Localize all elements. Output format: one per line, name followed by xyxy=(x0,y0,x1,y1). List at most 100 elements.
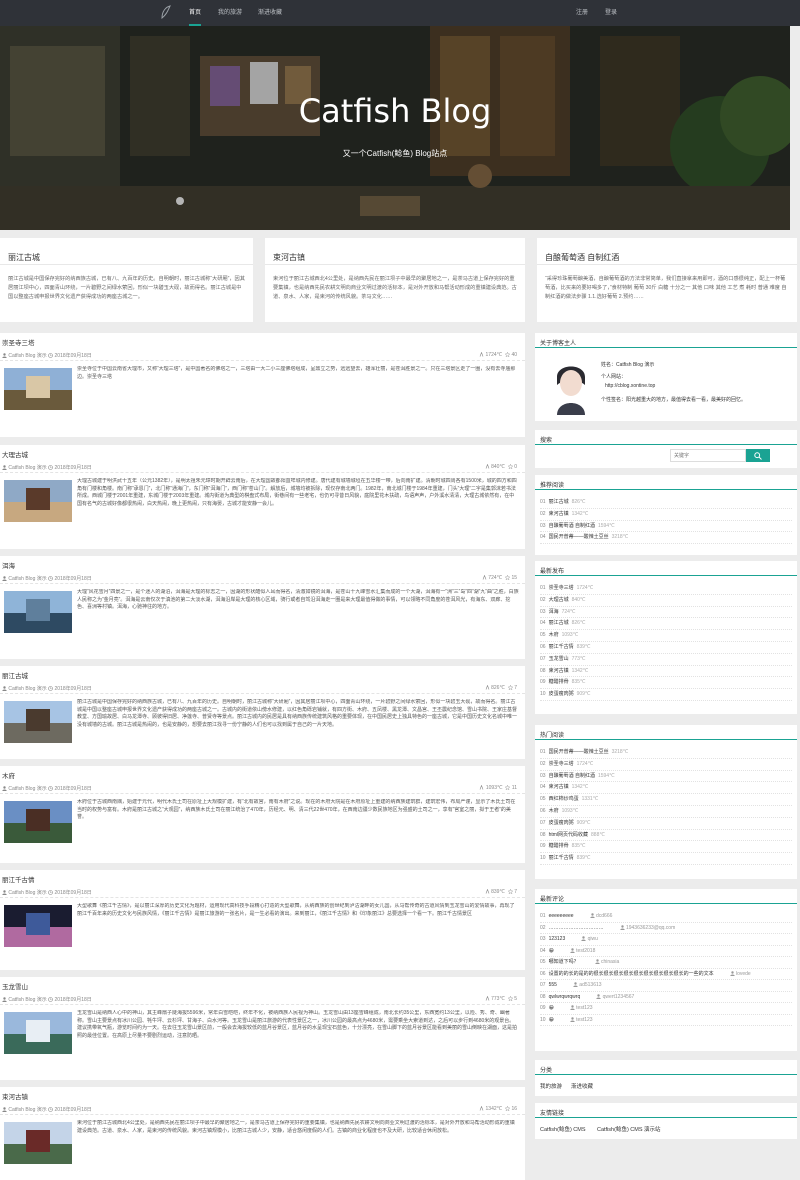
list-item-title[interactable]: 糖醋排骨 xyxy=(549,679,569,685)
star-icon[interactable] xyxy=(507,996,513,1002)
sidebar-list-item[interactable]: 05 西红柿炒鸡蛋 1331℃ xyxy=(540,794,792,806)
post-author[interactable]: Catfish Blog 演示 xyxy=(8,686,46,692)
post-thumbnail[interactable] xyxy=(4,480,72,522)
comment-text[interactable]: eeeeeeeee xyxy=(549,913,574,919)
list-item-title[interactable]: 自酿葡萄酒 自制红酒 xyxy=(549,523,595,529)
post-thumbnail[interactable] xyxy=(4,591,72,633)
post-author[interactable]: Catfish Blog 演示 xyxy=(8,786,46,792)
list-item-title[interactable]: 皮蛋瘦肉粥 xyxy=(549,820,574,826)
sidebar-list-item[interactable]: 10 皮蛋瘦肉粥 909℃ xyxy=(540,689,792,701)
sidebar-list-item[interactable]: 04 束河古镇 1342℃ xyxy=(540,782,792,795)
post-thumbnail[interactable] xyxy=(4,701,72,743)
sidebar-list-item[interactable]: 01 国民开普蒂——酸辣土豆丝 3218℃ xyxy=(540,747,792,759)
search-input[interactable] xyxy=(670,449,746,462)
post-thumbnail[interactable] xyxy=(4,1012,72,1054)
list-item-title[interactable]: 玉龙雪山 xyxy=(549,656,569,662)
post-author[interactable]: Catfish Blog 演示 xyxy=(8,465,46,471)
post-thumbnail[interactable] xyxy=(4,801,72,843)
sidebar-list-item[interactable]: 07 玉龙雪山 773℃ xyxy=(540,654,792,666)
comment-text[interactable]: …………………………… xyxy=(549,925,604,931)
sidebar-list-item[interactable]: 07 555 ad513613 xyxy=(540,980,792,992)
comment-text[interactable]: 哪知道下吗？ xyxy=(549,959,579,965)
post-author[interactable]: Catfish Blog 演示 xyxy=(8,353,46,359)
list-item-title[interactable]: 国民开普蒂——酸辣土豆丝 xyxy=(549,749,609,755)
sidebar-list-item[interactable]: 06 设置的的长的是的的很长很长很长很长很长很长很长很长很长的一些的文本 love… xyxy=(540,969,792,980)
list-item-title[interactable]: 国民开普蒂——酸辣土豆丝 xyxy=(549,534,609,540)
post-title[interactable]: 束河古镇 xyxy=(2,1091,28,1101)
post-thumbnail[interactable] xyxy=(4,1122,72,1164)
comment-text[interactable]: 😀 xyxy=(549,1005,554,1011)
post-title[interactable]: 木府 xyxy=(2,770,15,780)
sidebar-list-item[interactable]: 03 123123 qiwu xyxy=(540,934,792,946)
list-item-title[interactable]: 崇圣寺三塔 xyxy=(549,585,574,591)
featured-card[interactable]: 丽江古城 丽江古城是中国保存完好的纳西族古城，已有八、九百年的历史。自明朝时，丽… xyxy=(0,238,253,322)
post-title[interactable]: 丽江古城 xyxy=(2,670,28,680)
list-item-title[interactable]: 束河古镇 xyxy=(549,511,569,517)
post-title[interactable]: 玉龙雪山 xyxy=(2,981,28,991)
sidebar-list-item[interactable]: 09 😀 test123 xyxy=(540,1003,792,1015)
sidebar-list-item[interactable]: 02 大理古城 840℃ xyxy=(540,595,792,607)
sidebar-list-item[interactable]: 07 皮蛋瘦肉粥 909℃ xyxy=(540,818,792,830)
list-item-title[interactable]: 西红柿炒鸡蛋 xyxy=(549,796,579,802)
star-icon[interactable] xyxy=(507,464,513,470)
post-title[interactable]: 洱海 xyxy=(2,560,15,570)
list-item-title[interactable]: 束河古镇 xyxy=(549,784,569,790)
post-title[interactable]: 崇圣寺三塔 xyxy=(2,337,35,347)
post-thumbnail[interactable] xyxy=(4,905,72,947)
list-item-title[interactable]: 丽江千古情 xyxy=(549,644,574,650)
post-author[interactable]: Catfish Blog 演示 xyxy=(8,890,46,896)
comment-text[interactable]: 😀 xyxy=(549,1017,554,1023)
list-item-title[interactable]: 丽江千古情 xyxy=(549,855,574,861)
sidebar-list-item[interactable]: 05 木府 1093℃ xyxy=(540,630,792,642)
list-item-title[interactable]: 自酿葡萄酒 自制红酒 xyxy=(549,773,595,779)
sidebar-list-item[interactable]: 02 束河古镇 1342℃ xyxy=(540,509,792,521)
search-button[interactable] xyxy=(746,449,770,462)
category-link[interactable]: 我的旅游 xyxy=(540,1082,562,1090)
sidebar-list-item[interactable]: 08 qwlwrqwrqwrq qwert1234567 xyxy=(540,992,792,1003)
list-item-title[interactable]: 丽江古城 xyxy=(549,499,569,505)
sidebar-list-item[interactable]: 02 崇圣寺三塔 1724℃ xyxy=(540,759,792,771)
post-title[interactable]: 丽江千古情 xyxy=(2,874,35,884)
catfish-logo-icon[interactable] xyxy=(160,5,172,20)
post-author[interactable]: Catfish Blog 演示 xyxy=(8,576,46,582)
nav-login[interactable]: 登录 xyxy=(605,0,617,26)
nav-collection[interactable]: 渐进收藏 xyxy=(258,0,282,26)
featured-card[interactable]: 束河古镇 束河位于丽江古城西北4公里处，是纳西先民在丽江坝子中最早的聚居地之一，… xyxy=(265,238,525,322)
sidebar-list-item[interactable]: 02…………………………… 1943636233@qq.com xyxy=(540,923,792,934)
comment-text[interactable]: qwlwrqwrqwrq xyxy=(549,994,581,1000)
comment-text[interactable]: 123123 xyxy=(549,936,566,942)
list-item-title[interactable]: 皮蛋瘦肉粥 xyxy=(549,691,574,697)
nav-home[interactable]: 首页 xyxy=(189,0,202,26)
sidebar-list-item[interactable]: 08 html网页代码收藏 888℃ xyxy=(540,830,792,842)
list-item-title[interactable]: 糖醋排骨 xyxy=(549,843,569,849)
star-icon[interactable] xyxy=(505,352,511,358)
sidebar-list-item[interactable]: 04 国民开普蒂——酸辣土豆丝 3218℃ xyxy=(540,532,792,545)
list-item-title[interactable]: 束河古镇 xyxy=(549,668,569,674)
post-thumbnail[interactable] xyxy=(4,368,72,410)
star-icon[interactable] xyxy=(507,685,513,691)
friend-link[interactable]: Catfish(鲶鱼) CMS 演示站 xyxy=(597,1125,661,1133)
list-item-title[interactable]: 木府 xyxy=(549,808,559,814)
comment-text[interactable]: 设置的的长的是的的很长很长很长很长很长很长很长很长很长的一些的文本 xyxy=(549,971,714,977)
sidebar-list-item[interactable]: 03 自酿葡萄酒 自制红酒 1594℃ xyxy=(540,771,792,783)
nav-my-travel[interactable]: 我的旅游 xyxy=(218,0,242,26)
post-author[interactable]: Catfish Blog 演示 xyxy=(8,997,46,1003)
star-icon[interactable] xyxy=(505,1106,511,1112)
category-link[interactable]: 渐进收藏 xyxy=(571,1082,593,1090)
post-title[interactable]: 大理古城 xyxy=(2,449,28,459)
sidebar-list-item[interactable]: 09 糖醋排骨 835℃ xyxy=(540,677,792,690)
sidebar-list-item[interactable]: 06 丽江千古情 839℃ xyxy=(540,642,792,654)
comment-text[interactable]: 555 xyxy=(549,982,557,988)
star-icon[interactable] xyxy=(505,575,511,581)
sidebar-list-item[interactable]: 05 哪知道下吗？ chinasia xyxy=(540,957,792,969)
about-site-link[interactable]: http://cblog.xontine.top xyxy=(605,383,655,389)
star-icon[interactable] xyxy=(507,889,513,895)
post-author[interactable]: Catfish Blog 演示 xyxy=(8,1107,46,1113)
sidebar-list-item[interactable]: 01 丽江古城 826℃ xyxy=(540,497,792,509)
list-item-title[interactable]: 大理古城 xyxy=(549,597,569,603)
sidebar-list-item[interactable]: 10 😀 test123 xyxy=(540,1015,792,1026)
list-item-title[interactable]: html网页代码收藏 xyxy=(549,832,588,838)
sidebar-list-item[interactable]: 04 丽江古城 826℃ xyxy=(540,618,792,631)
list-item-title[interactable]: 丽江古城 xyxy=(549,620,569,626)
friend-link[interactable]: Catfish(鲶鱼) CMS xyxy=(540,1125,586,1133)
